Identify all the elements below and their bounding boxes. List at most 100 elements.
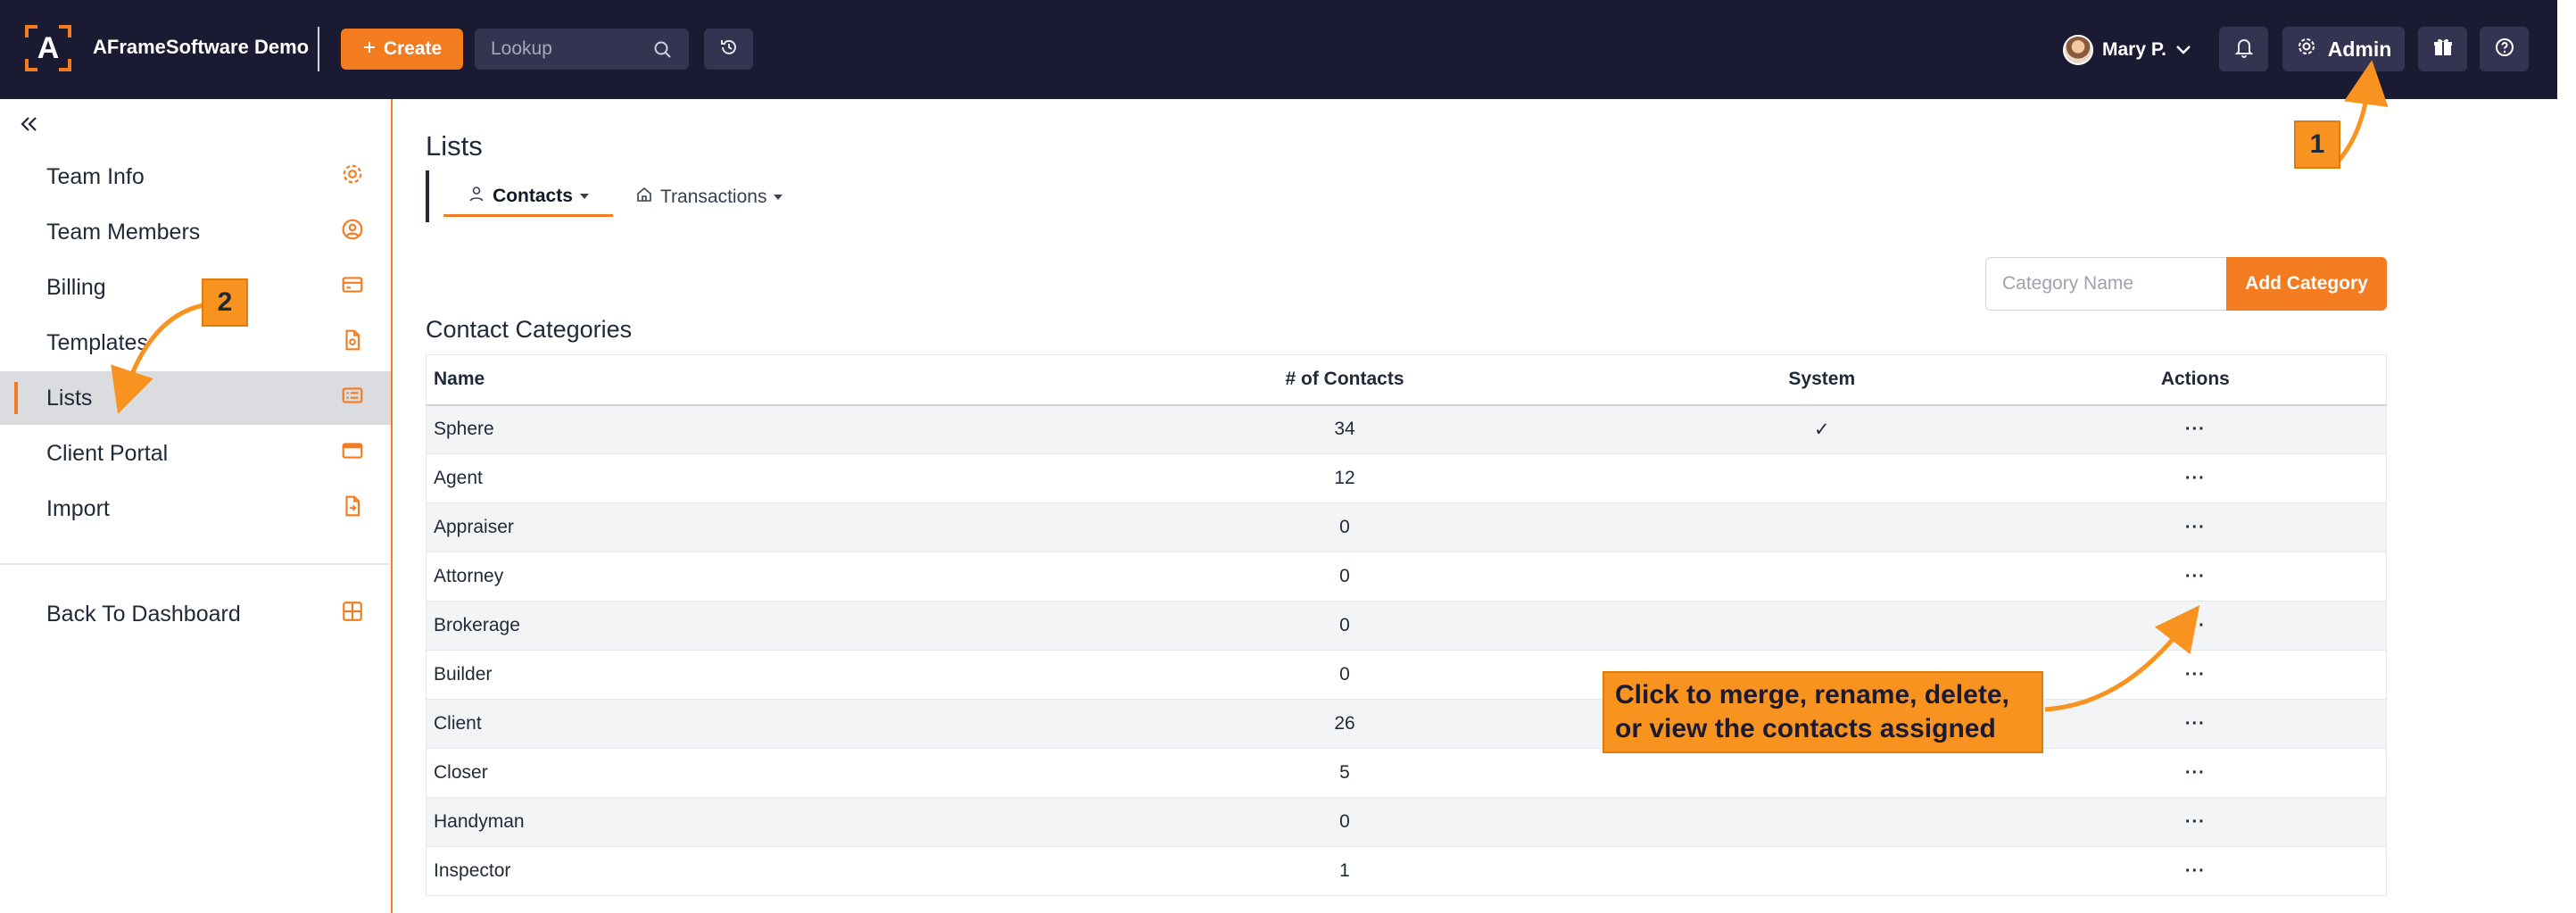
admin-label: Admin [2327, 37, 2392, 61]
table-row: Agent 12 ··· [426, 453, 2387, 503]
sidebar-item-label: Team Info [46, 163, 145, 189]
system-flag [1638, 552, 2005, 602]
category-name: Agent [426, 453, 1051, 503]
column-header-name[interactable]: Name [426, 354, 1051, 406]
add-category-button[interactable]: Add Category [2226, 257, 2387, 311]
avatar [2063, 35, 2093, 65]
column-header-system[interactable]: System [1638, 354, 2005, 406]
user-menu[interactable]: Mary P. [2063, 32, 2191, 68]
category-name: Inspector [426, 846, 1051, 896]
tabs-indicator [426, 170, 429, 222]
list-icon [341, 384, 364, 413]
table-row: Sphere 34 ✓ ··· [426, 404, 2387, 454]
system-flag [1638, 846, 2005, 896]
back-to-dashboard[interactable]: Back To Dashboard [0, 587, 391, 641]
callout-line-2: or view the contacts assigned [1615, 714, 1996, 743]
tab-label: Contacts [493, 185, 573, 206]
system-flag [1638, 453, 2005, 503]
system-flag [1638, 601, 2005, 651]
help-button[interactable] [2480, 27, 2529, 71]
contact-count: 12 [1050, 453, 1639, 503]
table-row: Appraiser 0 ··· [426, 502, 2387, 552]
contact-count: 0 [1050, 552, 1639, 602]
sidebar-divider [0, 563, 391, 565]
system-flag [1638, 502, 2005, 552]
sidebar-item-client-portal[interactable]: Client Portal [0, 427, 391, 480]
gift-button[interactable] [2418, 27, 2467, 71]
tab-contacts[interactable]: Contacts [443, 178, 613, 217]
sidebar-item-label: Client Portal [46, 440, 169, 466]
history-icon [718, 37, 740, 62]
contact-count: 1 [1050, 846, 1639, 896]
help-icon [2494, 37, 2515, 62]
search-icon[interactable] [653, 40, 673, 64]
sidebar-item-lists[interactable]: Lists [0, 371, 391, 425]
category-name: Attorney [426, 552, 1051, 602]
table-row: Client 26 ··· [426, 699, 2387, 749]
contact-count: 26 [1050, 699, 1639, 749]
create-button[interactable]: Create [341, 29, 463, 70]
table-row: Inspector 1 ··· [426, 846, 2387, 896]
system-flag [1638, 797, 2005, 847]
caret-down-icon [579, 193, 589, 199]
table-row: Brokerage 0 ··· [426, 601, 2387, 651]
category-name: Handyman [426, 797, 1051, 847]
tab-transactions[interactable]: Transactions [635, 178, 783, 217]
sidebar-item-import[interactable]: Import [0, 482, 391, 535]
plus-icon [362, 38, 377, 60]
actions-menu-button[interactable]: ··· [2185, 518, 2206, 537]
grid-icon [341, 600, 364, 629]
user-circle-icon [341, 218, 364, 247]
sidebar-item-team-info[interactable]: Team Info [0, 150, 391, 203]
person-icon [468, 185, 485, 208]
contact-count: 0 [1050, 601, 1639, 651]
actions-menu-button[interactable]: ··· [2185, 763, 2206, 783]
actions-menu-button[interactable]: ··· [2185, 616, 2206, 635]
system-flag [1638, 748, 2005, 798]
document-icon [341, 328, 364, 358]
category-name-input[interactable] [1985, 257, 2226, 311]
system-checkmark-icon: ✓ [1638, 404, 2005, 454]
import-icon [341, 494, 364, 524]
tab-label: Transactions [660, 187, 767, 207]
actions-menu-button[interactable]: ··· [2185, 714, 2206, 734]
topbar-divider [318, 27, 319, 71]
bell-icon [2234, 37, 2254, 62]
gear-icon [341, 162, 364, 192]
sidebar-item-templates[interactable]: Templates [0, 316, 391, 369]
lookup-input[interactable] [475, 29, 644, 70]
actions-menu-button[interactable]: ··· [2185, 812, 2206, 832]
actions-menu-button[interactable]: ··· [2185, 469, 2206, 488]
user-name: Mary P. [2102, 39, 2166, 60]
brand-name: AFrameSoftware Demo [93, 36, 310, 58]
table-row: Builder 0 ··· [426, 650, 2387, 700]
contact-count: 0 [1050, 797, 1639, 847]
gear-icon [2296, 36, 2317, 62]
contact-count: 0 [1050, 650, 1639, 700]
aframe-logo[interactable]: A [25, 25, 71, 71]
history-button[interactable] [704, 29, 753, 70]
table-row: Handyman 0 ··· [426, 797, 2387, 847]
category-name: Appraiser [426, 502, 1051, 552]
collapse-sidebar-icon[interactable] [18, 113, 39, 139]
sidebar-item-team-members[interactable]: Team Members [0, 205, 391, 259]
chevron-down-icon [2175, 39, 2191, 61]
column-header-count[interactable]: # of Contacts [1050, 354, 1639, 406]
actions-menu-button[interactable]: ··· [2185, 567, 2206, 586]
table-row: Attorney 0 ··· [426, 552, 2387, 602]
admin-button[interactable]: Admin [2282, 27, 2405, 71]
category-name: Brokerage [426, 601, 1051, 651]
main-content: Lists Contacts Transactions Add Category… [394, 99, 2557, 913]
caret-down-icon [774, 195, 783, 200]
actions-menu-button[interactable]: ··· [2185, 665, 2206, 685]
annotation-badge-2: 2 [202, 278, 248, 327]
contact-categories-table: Name # of Contacts System Actions Sphere… [426, 354, 2387, 896]
category-name: Builder [426, 650, 1051, 700]
sidebar-item-billing[interactable]: Billing [0, 261, 391, 314]
actions-menu-button[interactable]: ··· [2185, 861, 2206, 881]
actions-menu-button[interactable]: ··· [2185, 419, 2206, 439]
page-title: Lists [426, 130, 483, 162]
top-navigation-bar: A AFrameSoftware Demo Create Mary P. [0, 0, 2557, 99]
notifications-button[interactable] [2219, 27, 2268, 71]
admin-sidebar: Team Info Team Members Billing Templates… [0, 99, 393, 913]
